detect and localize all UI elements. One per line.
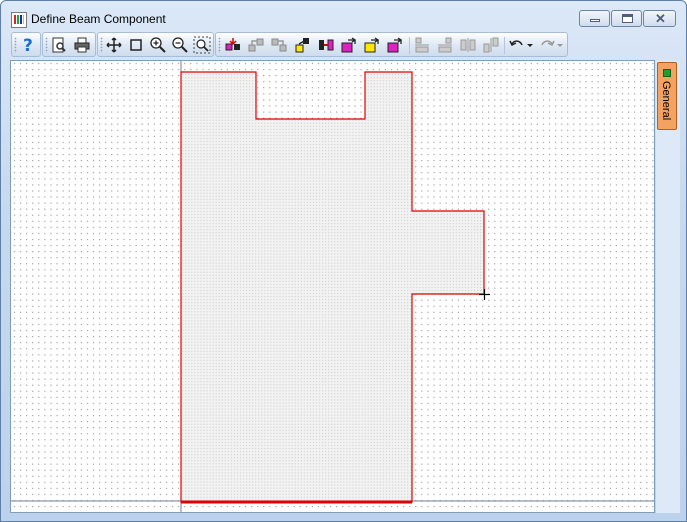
zoom-window-icon bbox=[130, 39, 142, 51]
align-left-icon bbox=[415, 37, 429, 53]
app-icon bbox=[11, 12, 27, 28]
minimize-icon bbox=[590, 19, 600, 22]
pan-button[interactable] bbox=[105, 36, 123, 54]
zoom-out-button[interactable] bbox=[171, 36, 189, 54]
tab-general-label: General bbox=[660, 81, 672, 121]
close-button[interactable]: ✕ bbox=[643, 10, 676, 27]
section-drawing[interactable] bbox=[11, 61, 655, 513]
toolbar-group-edit bbox=[215, 32, 568, 57]
pan-icon bbox=[106, 37, 122, 53]
redo-dropdown-icon bbox=[557, 44, 563, 47]
insert-shape-magenta-button[interactable] bbox=[340, 36, 358, 54]
insert-shape-yellow-icon bbox=[364, 37, 380, 53]
toolbar-grip[interactable] bbox=[14, 37, 17, 53]
toolbar-group-help: ? bbox=[11, 32, 41, 57]
zoom-extents-button[interactable] bbox=[193, 36, 211, 54]
insert-shape-magenta-yellow-icon bbox=[387, 37, 403, 53]
undo-button[interactable] bbox=[508, 36, 526, 54]
print-icon bbox=[74, 37, 90, 53]
zoom-in-icon bbox=[150, 37, 166, 53]
drawing-canvas[interactable] bbox=[10, 60, 655, 513]
mirror-points-icon bbox=[319, 39, 334, 51]
minimize-button[interactable] bbox=[579, 10, 610, 27]
distribute-v-button[interactable] bbox=[482, 36, 500, 54]
insert-point-button[interactable] bbox=[247, 36, 265, 54]
insert-point-after-icon bbox=[271, 38, 287, 52]
insert-shape-magenta-yellow-button[interactable] bbox=[386, 36, 404, 54]
align-right-button[interactable] bbox=[436, 36, 454, 54]
insert-point-before-button[interactable] bbox=[224, 36, 242, 54]
redo-button[interactable] bbox=[538, 36, 556, 54]
define-beam-component-window: Define Beam Component ✕ ? General bbox=[0, 0, 687, 522]
title-bar[interactable]: Define Beam Component ✕ bbox=[1, 1, 686, 31]
toolbar-grip[interactable] bbox=[100, 37, 103, 53]
move-point-button[interactable] bbox=[294, 36, 312, 54]
svg-text:?: ? bbox=[23, 36, 33, 54]
toolbar-separator bbox=[409, 37, 410, 54]
zoom-in-button[interactable] bbox=[149, 36, 167, 54]
toolbar-group-file bbox=[42, 32, 96, 57]
toolbar-grip[interactable] bbox=[45, 37, 48, 53]
maximize-icon bbox=[622, 14, 633, 23]
align-left-button[interactable] bbox=[413, 36, 431, 54]
distribute-h-icon bbox=[460, 38, 476, 52]
distribute-v-icon bbox=[483, 37, 499, 53]
redo-icon bbox=[541, 40, 555, 47]
insert-point-icon bbox=[248, 38, 264, 52]
toolbar-group-view bbox=[97, 32, 214, 57]
window-title: Define Beam Component bbox=[31, 12, 166, 26]
print-preview-button[interactable] bbox=[50, 36, 68, 54]
print-preview-icon bbox=[52, 37, 66, 53]
insert-point-before-icon bbox=[225, 38, 240, 51]
close-icon: ✕ bbox=[655, 11, 666, 26]
zoom-out-icon bbox=[172, 37, 188, 53]
toolbar-grip[interactable] bbox=[218, 37, 221, 53]
mirror-points-button[interactable] bbox=[317, 36, 335, 54]
help-button[interactable]: ? bbox=[19, 36, 37, 54]
print-button[interactable] bbox=[73, 36, 91, 54]
insert-shape-magenta-icon bbox=[341, 37, 357, 53]
undo-dropdown-button[interactable] bbox=[525, 36, 535, 54]
help-icon: ? bbox=[23, 36, 33, 54]
zoom-extents-icon bbox=[193, 36, 211, 54]
maximize-button[interactable] bbox=[611, 10, 642, 27]
move-point-icon bbox=[295, 38, 309, 53]
insert-shape-yellow-button[interactable] bbox=[363, 36, 381, 54]
tab-general[interactable]: General bbox=[657, 62, 677, 130]
align-right-icon bbox=[438, 37, 452, 53]
redo-dropdown-button[interactable] bbox=[555, 36, 565, 54]
active-indicator-icon bbox=[663, 69, 671, 77]
distribute-h-button[interactable] bbox=[459, 36, 477, 54]
toolbar-separator bbox=[504, 37, 505, 54]
zoom-window-button[interactable] bbox=[127, 36, 145, 54]
undo-dropdown-icon bbox=[527, 44, 533, 47]
insert-point-after-button[interactable] bbox=[270, 36, 288, 54]
undo-icon bbox=[509, 40, 523, 47]
